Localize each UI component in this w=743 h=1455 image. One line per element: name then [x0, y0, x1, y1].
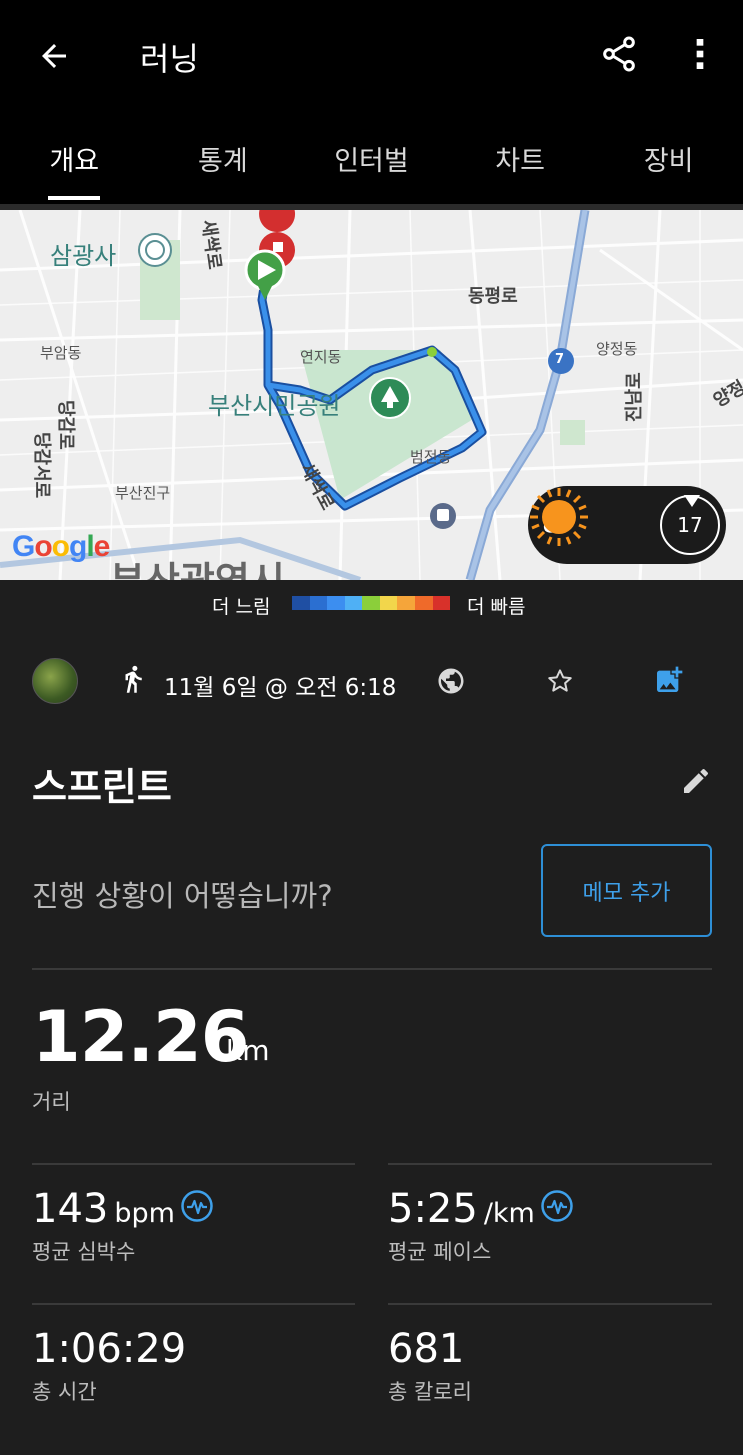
edit-icon[interactable] [680, 765, 712, 797]
distance-label: 거리 [32, 1090, 71, 1114]
page-title: 러닝 [140, 40, 199, 78]
activity-name: 스프린트 [32, 765, 172, 809]
globe-icon[interactable] [436, 666, 466, 696]
weather-badge: 8° 17 [528, 486, 726, 564]
add-photo-icon[interactable] [653, 664, 685, 696]
pace-legend: 더 느림 더 빠름 [0, 580, 743, 630]
divider [32, 1163, 355, 1165]
distance-value: 12.26 [32, 996, 249, 1078]
map-label-buam: 부암동 [40, 344, 82, 362]
total-time-value: 1:06:29 [32, 1326, 187, 1372]
running-icon [125, 665, 142, 693]
legend-color-segment [432, 596, 451, 610]
star-icon[interactable] [545, 666, 575, 696]
start-marker-icon [244, 249, 286, 300]
route-7-badge: 7 [555, 352, 565, 367]
legend-color-segment [344, 596, 363, 610]
add-memo-button[interactable]: 메모 추가 [541, 844, 712, 937]
map-label-park: 부산시민공원 [208, 392, 341, 420]
divider [388, 1163, 712, 1165]
calories-label: 총 칼로리 [388, 1380, 472, 1404]
pace-unit: /km [483, 1198, 535, 1229]
wind-speed-text: 17 [677, 513, 703, 537]
tab-gear[interactable]: 장비 [594, 112, 743, 204]
heart-rate-unit: bpm [114, 1198, 175, 1229]
legend-color-segment [362, 596, 380, 610]
legend-color-segment [414, 596, 433, 610]
tab-stats[interactable]: 통계 [149, 112, 298, 204]
pace-zone-icon[interactable] [540, 1189, 574, 1223]
legend-color-segment [309, 596, 328, 610]
map-label-city: 부산광역시 [110, 550, 285, 580]
divider [32, 968, 712, 970]
divider [388, 1303, 712, 1305]
pace-label: 평균 페이스 [388, 1240, 492, 1264]
map-label-danggamro: 당감로 [55, 400, 76, 450]
legend-color-segment [292, 596, 310, 610]
back-button[interactable] [30, 32, 78, 80]
total-time-label: 총 시간 [32, 1380, 97, 1404]
route-map[interactable]: 삼광사 새싹로 동평로 부암동 연지동 양정동 양정 부산시민공원 당감로 당감… [0, 210, 743, 580]
legend-color-segment [397, 596, 415, 610]
more-options-button[interactable] [676, 30, 724, 78]
legend-slow-label: 더 느림 [212, 596, 271, 618]
legend-color-segment [327, 596, 345, 610]
divider [32, 1303, 355, 1305]
sun-icon [530, 488, 588, 546]
heart-rate-value: 143 [32, 1186, 109, 1232]
map-label-dongpyeongro: 동평로 [468, 286, 518, 307]
app-bar: 러닝 [0, 0, 743, 112]
wind-direction-icon [684, 495, 700, 507]
feedback-prompt: 진행 상황이 어떻습니까? [32, 879, 333, 913]
more-vert-icon [696, 39, 704, 69]
pace-value: 5:25 [388, 1186, 478, 1232]
tab-bar: 개요 통계 인터벌 차트 장비 [0, 112, 743, 204]
distance-unit: km [226, 1034, 270, 1067]
legend-color-bar [292, 596, 451, 610]
tab-overview[interactable]: 개요 [0, 112, 149, 204]
share-icon [603, 36, 635, 72]
map-label-busanjingu: 부산진구 [115, 484, 171, 502]
pace-stat: 5:25/km 평균 페이스 [388, 1186, 535, 1266]
activity-info-row: 11월 6일 @ 오전 6:18 [0, 650, 743, 714]
legend-color-segment [379, 596, 398, 610]
calories-stat: 681 총 칼로리 [388, 1326, 472, 1406]
google-logo: Google [12, 530, 110, 563]
heart-rate-zone-icon[interactable] [180, 1189, 214, 1223]
activity-date: 11월 6일 @ 오전 6:18 [164, 675, 397, 701]
map-label-jinnamro: 진남로 [624, 372, 645, 422]
legend-fast-label: 더 빠름 [467, 596, 526, 618]
wind-indicator: 17 [660, 495, 720, 555]
map-label-beomjeon: 범전동 [410, 448, 452, 466]
heart-rate-stat: 143 bpm 평균 심박수 [32, 1186, 175, 1266]
share-button[interactable] [595, 30, 643, 78]
map-label-yeonji: 연지동 [300, 348, 342, 366]
tab-intervals[interactable]: 인터벌 [297, 112, 446, 204]
heart-rate-label: 평균 심박수 [32, 1240, 136, 1264]
avatar[interactable] [32, 658, 78, 704]
map-label-samgwangsa: 삼광사 [50, 242, 117, 270]
map-label-yangjeong: 양정동 [596, 340, 638, 358]
calories-value: 681 [388, 1326, 465, 1372]
map-label-danggamseoro: 당감서로 [31, 432, 52, 499]
tab-charts[interactable]: 차트 [446, 112, 595, 204]
arrow-back-icon [42, 44, 66, 68]
total-time-stat: 1:06:29 총 시간 [32, 1326, 186, 1406]
